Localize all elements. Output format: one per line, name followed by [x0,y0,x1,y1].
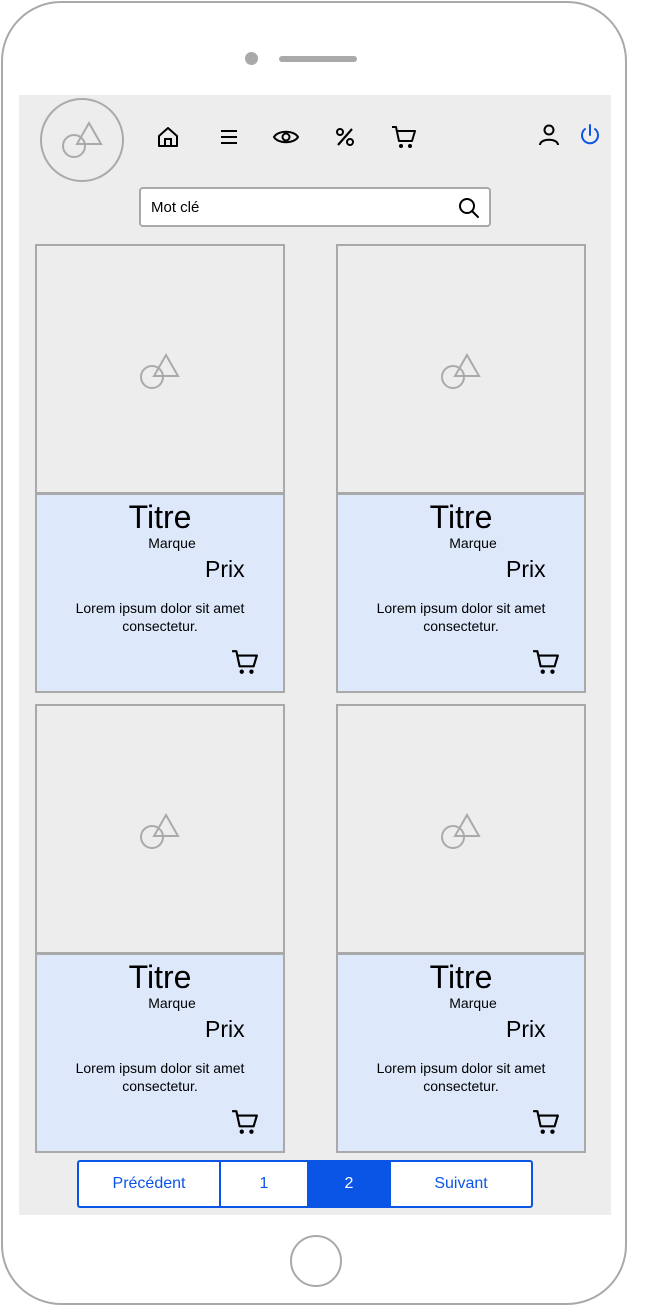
logo[interactable] [40,98,124,182]
add-to-cart-icon[interactable] [231,1108,259,1136]
product-image[interactable] [336,704,586,954]
add-to-cart-icon[interactable] [231,648,259,676]
page-2-button[interactable]: 2 [307,1162,391,1206]
percent-icon[interactable] [331,123,359,151]
product-card[interactable]: Titre Marque Prix Lorem ipsum dolor sit … [35,704,285,1154]
image-placeholder-icon [140,352,180,389]
product-card[interactable]: Titre Marque Prix Lorem ipsum dolor sit … [336,704,586,1154]
product-price: Prix [205,556,245,582]
page-1-button[interactable]: 1 [221,1162,307,1206]
product-brand: Marque [449,995,497,1011]
power-icon[interactable] [576,121,604,149]
next-page-button[interactable]: Suivant [391,1162,531,1206]
product-image[interactable] [336,244,586,494]
product-image[interactable] [35,244,285,494]
product-info: Titre Marque Prix Lorem ipsum dolor sit … [35,493,285,693]
search-input[interactable] [151,196,441,218]
product-price: Prix [506,556,546,582]
product-info: Titre Marque Prix Lorem ipsum dolor sit … [35,953,285,1153]
previous-page-button[interactable]: Précédent [79,1162,221,1206]
product-image[interactable] [35,704,285,954]
add-to-cart-icon[interactable] [532,1108,560,1136]
app-screen: Titre Marque Prix Lorem ipsum dolor sit … [19,95,611,1215]
product-title: Titre [128,959,192,995]
product-price: Prix [205,1016,245,1042]
product-price: Prix [506,1016,546,1042]
eye-icon[interactable] [272,123,300,151]
product-info: Titre Marque Prix Lorem ipsum dolor sit … [336,953,586,1153]
search-icon[interactable] [457,196,481,220]
logo-placeholder-icon [62,120,103,158]
pagination: Précédent 1 2 Suivant [77,1160,533,1208]
product-brand: Marque [148,995,196,1011]
menu-icon[interactable] [215,123,243,151]
image-placeholder-icon [441,352,481,389]
product-title: Titre [128,499,192,535]
product-card[interactable]: Titre Marque Prix Lorem ipsum dolor sit … [35,244,285,694]
speaker-grille [279,56,357,62]
product-card[interactable]: Titre Marque Prix Lorem ipsum dolor sit … [336,244,586,694]
product-brand: Marque [148,535,196,551]
product-brand: Marque [449,535,497,551]
image-placeholder-icon [140,812,180,849]
camera-dot [245,52,258,65]
add-to-cart-icon[interactable] [532,648,560,676]
product-title: Titre [429,499,493,535]
user-icon[interactable] [535,121,563,149]
product-description: Lorem ipsum dolor sit amet consectetur. [376,1060,546,1094]
home-icon[interactable] [154,123,182,151]
product-description: Lorem ipsum dolor sit amet consectetur. [376,600,546,634]
product-info: Titre Marque Prix Lorem ipsum dolor sit … [336,493,586,693]
cart-icon[interactable] [390,123,418,151]
home-button[interactable] [290,1235,342,1287]
image-placeholder-icon [441,812,481,849]
product-description: Lorem ipsum dolor sit amet consectetur. [75,1060,245,1094]
search-bar [139,187,491,227]
product-description: Lorem ipsum dolor sit amet consectetur. [75,600,245,634]
product-title: Titre [429,959,493,995]
